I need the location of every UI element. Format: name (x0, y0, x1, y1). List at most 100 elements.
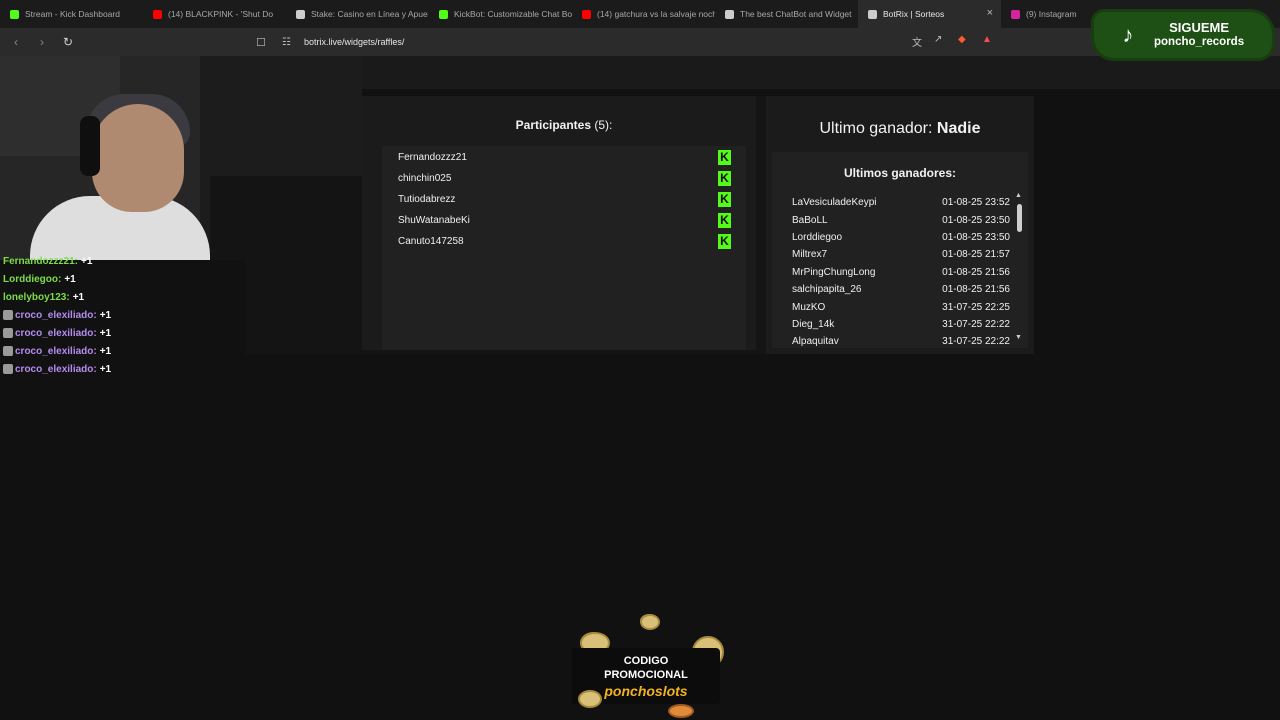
participant-name: Fernandozzz21 (398, 152, 467, 163)
tiktok-handle: poncho_records (1154, 36, 1245, 48)
winner-name: Lorddiegoo (792, 231, 843, 243)
share-icon[interactable]: ↗ (934, 34, 942, 45)
tab-label: (14) BLACKPINK - 'Shut Do (168, 9, 274, 19)
coin-icon (578, 690, 602, 708)
rewards-icon[interactable]: ▲ (982, 34, 992, 45)
kick-icon: K (718, 234, 731, 249)
youtube-icon (582, 9, 591, 19)
address-bar[interactable]: ☐ ☷ botrix.live/widgets/raffles/ (256, 31, 1006, 53)
tab-label: (9) Instagram (1026, 9, 1077, 19)
translate-icon[interactable]: 文 (912, 34, 922, 49)
chat-text: +1 (99, 309, 112, 321)
winners-list: LaVesiculadeKeypi 01-08-25 23:52 BaBoLL 01-… (792, 194, 1010, 348)
scrollbar-thumb[interactable] (1017, 204, 1022, 232)
winners-subtitle: Ultimos ganadores: (843, 166, 957, 180)
kick-icon: K (718, 192, 731, 207)
last-winner: Ultimo ganador: Nadie (819, 120, 981, 137)
chat-text: +1 (64, 273, 76, 285)
promo-line1: CODIGO (623, 655, 669, 667)
participant-name: Canuto147258 (398, 236, 464, 247)
tiktok-icon: ♪ (1122, 22, 1134, 47)
youtube-icon (153, 9, 162, 19)
site-settings-icon[interactable]: ☷ (282, 37, 302, 48)
chat-text: +1 (72, 291, 85, 303)
chat-username: Lorddiegoo: (3, 273, 62, 285)
winner-row: Alpaquitav 31-07-25 22:22 (792, 333, 1010, 348)
kickbot-icon (439, 9, 448, 19)
reload-icon[interactable]: ↻ (58, 32, 78, 52)
chat-message: Fernandozzz21: +1 (0, 252, 245, 270)
winners-list-box: Ultimos ganadores: LaVesiculadeKeypi 01-0… (772, 152, 1028, 348)
chat-badge-icon (3, 328, 13, 338)
winner-name: LaVesiculadeKeypi (792, 197, 877, 209)
chat-text: +1 (99, 363, 112, 375)
winner-date: 31-07-25 22:22 (942, 318, 1010, 330)
participant-row: Fernandozzz21 K (382, 147, 746, 168)
stake-icon (296, 9, 305, 19)
chat-message: croco_elexiliado: +1 (0, 342, 245, 360)
chat-username: croco_elexiliado: (15, 327, 97, 339)
winner-date: 01-08-25 23:50 (942, 214, 1010, 226)
chat-username: croco_elexiliado: (15, 345, 97, 357)
winner-row: Lorddiegoo 01-08-25 23:50 (792, 229, 1010, 246)
winner-date: 01-08-25 21:57 (942, 249, 1010, 261)
winner-name: BaBoLL (792, 214, 828, 226)
bookmark-icon[interactable]: ☐ (256, 36, 274, 49)
participants-title: Participantes (5): (515, 118, 613, 132)
forward-icon[interactable]: › (32, 32, 52, 52)
participant-name: Tutiodabrezz (398, 194, 456, 205)
scrollbar[interactable]: ▲ ▼ (1015, 192, 1024, 344)
coin-icon (668, 704, 694, 718)
tab-label: (14) gatchura vs la salvaje noch (597, 9, 715, 19)
instagram-icon (1011, 9, 1020, 19)
back-icon[interactable]: ‹ (6, 32, 26, 52)
tab-bar: Stream - Kick Dashboard (14) BLACKPINK - … (0, 0, 1280, 28)
winner-date: 01-08-25 23:50 (942, 231, 1010, 243)
chat-message: Lorddiegoo: +1 (0, 270, 245, 288)
participants-panel: Participantes (5): Fernandozzz21 Kchinchi… (362, 96, 756, 350)
winner-name: MuzKO (792, 301, 826, 313)
promo-line2: PROMOCIONAL (604, 669, 688, 681)
brave-shield-icon[interactable]: ◆ (958, 34, 966, 45)
browser-tab[interactable]: The best ChatBot and Widget (715, 0, 858, 28)
browser-tab[interactable]: Stream - Kick Dashboard (0, 0, 143, 28)
winner-row: Miltrex7 01-08-25 21:57 (792, 246, 1010, 263)
browser-tab[interactable]: (14) gatchura vs la salvaje noch (572, 0, 715, 28)
tab-label: Stake: Casino en Línea y Apue (311, 9, 428, 19)
winner-name: Alpaquitav (792, 336, 839, 348)
url-text[interactable]: botrix.live/widgets/raffles/ (304, 37, 404, 47)
chat-username: lonelyboy123: (3, 291, 70, 303)
participants-list: Fernandozzz21 Kchinchin025 K Tutiodabrezz K S… (382, 146, 746, 350)
participant-row: chinchin025 K (382, 168, 746, 189)
participant-row: ShuWatanabeKi K (382, 210, 746, 231)
browser-tab[interactable]: BotRix | Sorteos × (858, 0, 1001, 28)
winner-row: BaBoLL 01-08-25 23:50 (792, 211, 1010, 228)
chat-overlay: Fernandozzz21: +1 Lorddiegoo: +1 lonelyboy12… (0, 252, 245, 378)
scroll-down-icon[interactable]: ▼ (1015, 334, 1022, 341)
scroll-up-icon[interactable]: ▲ (1015, 192, 1022, 199)
winner-row: MuzKO 31-07-25 22:25 (792, 298, 1010, 315)
chat-message: lonelyboy123: +1 (0, 288, 245, 306)
participant-name: ShuWatanabeKi (398, 215, 470, 226)
tiktok-follow-badge: ♪ SIGUEME poncho_records (1094, 12, 1272, 58)
browser-tab[interactable]: (14) BLACKPINK - 'Shut Do (143, 0, 286, 28)
kick-icon: K (718, 171, 731, 186)
winner-name: MrPingChungLong (792, 266, 876, 278)
chat-username: croco_elexiliado: (15, 309, 97, 321)
close-tab-icon[interactable]: × (987, 8, 993, 19)
winner-date: 31-07-25 22:25 (942, 301, 1010, 313)
browser-tab[interactable]: Stake: Casino en Línea y Apue (286, 0, 429, 28)
winner-date: 01-08-25 23:52 (942, 197, 1010, 209)
chat-username: croco_elexiliado: (15, 363, 97, 375)
browser-tab[interactable]: KickBot: Customizable Chat Bo (429, 0, 572, 28)
winner-date: 01-08-25 21:56 (942, 284, 1010, 296)
winner-date: 31-07-25 22:22 (942, 336, 1010, 348)
chat-text: +1 (99, 345, 112, 357)
tab-label: KickBot: Customizable Chat Bo (454, 9, 572, 19)
winner-date: 01-08-25 21:56 (942, 266, 1010, 278)
chat-username: Fernandozzz21: (3, 255, 79, 267)
winner-row: salchipapita_26 01-08-25 21:56 (792, 281, 1010, 298)
chat-message: croco_elexiliado: +1 (0, 360, 245, 378)
tiktok-line1: SIGUEME (1169, 20, 1230, 35)
participant-name: chinchin025 (398, 173, 452, 184)
